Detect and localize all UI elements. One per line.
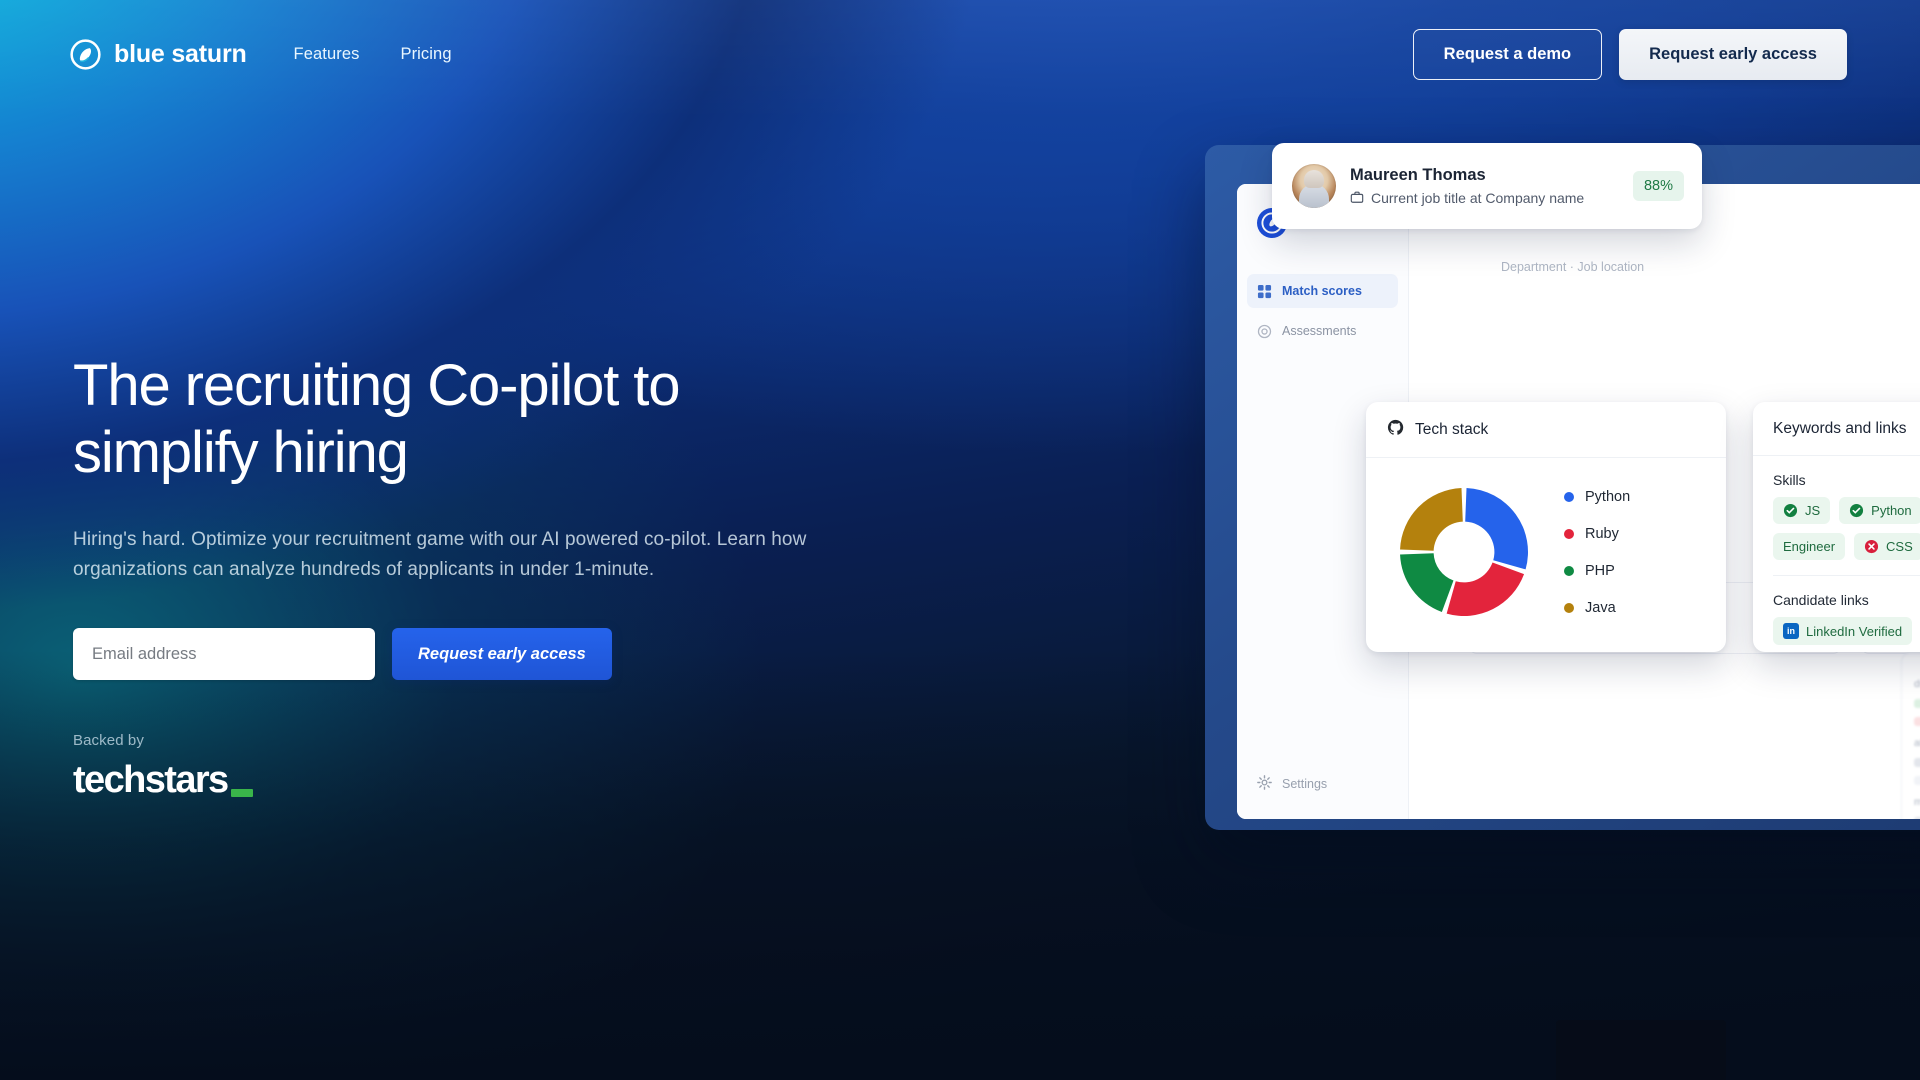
gear-icon <box>1257 775 1272 793</box>
brand-name: blue saturn <box>114 39 247 68</box>
background-dark-block <box>1556 1020 1726 1080</box>
candidate-job-text: Current job title at Company name <box>1371 190 1585 207</box>
tech-stack-donut-chart <box>1400 488 1528 616</box>
legend-dot-icon <box>1564 565 1574 576</box>
divider <box>1753 455 1920 456</box>
x-circle-icon <box>1864 539 1879 554</box>
skill-chip-label: CSS <box>1886 539 1913 554</box>
legend-item-python: Python <box>1564 489 1630 505</box>
keywords-and-links-card: Keywords and links Skills JS Python Engine… <box>1753 402 1920 652</box>
techstars-logo: techstars <box>73 761 833 799</box>
candidate-job: Current job title at Company name <box>1350 190 1619 207</box>
status-badge: 88% <box>1632 171 1684 201</box>
divider <box>1773 575 1920 576</box>
candidate-info: Maureen Thomas Current job title at Comp… <box>1350 165 1619 207</box>
blur-text-3: mmary <box>1914 796 1920 808</box>
skill-chip-label: JS <box>1805 503 1821 518</box>
backed-by-label: Backed by <box>73 732 144 750</box>
candidate-card[interactable]: Maureen Thomas Current job title at Comp… <box>1272 143 1702 229</box>
headline-line-2: simplify hiring <box>73 420 409 486</box>
skill-chip-python[interactable]: Python <box>1839 497 1920 524</box>
donut-slice-python <box>1465 488 1528 570</box>
skill-chip-engineer[interactable]: Engineer <box>1773 533 1846 560</box>
skills-label: Skills <box>1773 472 1806 488</box>
skill-chip-label: Python <box>1871 503 1912 518</box>
linkedin-icon: in <box>1783 623 1799 639</box>
candidate-link-label: LinkedIn Verified <box>1806 623 1903 639</box>
tech-stack-title: Tech stack <box>1415 420 1489 438</box>
donut-slice-php <box>1400 553 1454 613</box>
nav-item-pricing[interactable]: Pricing <box>400 45 451 64</box>
underlay-blurred-card: ds and ate link mmary <box>1901 652 1920 819</box>
tech-stack-body: Python Ruby PHP Java <box>1366 458 1726 632</box>
sidebar-item-label: Assessments <box>1282 324 1357 338</box>
skill-chip-css[interactable]: CSS <box>1854 533 1920 560</box>
request-early-access-button-hero[interactable]: Request early access <box>392 628 612 681</box>
blur-text-2: ate link <box>1914 737 1920 749</box>
legend-dot-icon <box>1564 491 1574 502</box>
signup-form: Request early access <box>73 628 833 681</box>
nav-item-features[interactable]: Features <box>294 45 360 64</box>
email-field[interactable] <box>73 628 375 681</box>
saturn-swirl-icon <box>70 38 101 70</box>
tech-stack-legend: Python Ruby PHP Java <box>1564 489 1630 616</box>
legend-label: PHP <box>1585 562 1615 579</box>
site-header: blue saturn Features Pricing Request a d… <box>0 0 1920 108</box>
brand-logo-link[interactable]: blue saturn <box>70 38 247 70</box>
donut-slice-ruby <box>1446 562 1525 616</box>
hero-subheadline: Hiring's hard. Optimize your recruitment… <box>73 528 807 581</box>
techstars-underscore-icon <box>230 789 253 798</box>
sidebar-item-assessments[interactable]: Assessments <box>1247 314 1398 348</box>
tech-stack-header: Tech stack <box>1366 402 1726 458</box>
underlay-job-meta: Department · Job location <box>1501 260 1645 274</box>
main-nav: Features Pricing <box>294 45 452 64</box>
legend-item-php: PHP <box>1564 563 1630 579</box>
sidebar-settings-label: Settings <box>1282 777 1328 791</box>
header-actions: Request a demo Request early access <box>1412 28 1847 80</box>
legend-label: Ruby <box>1585 525 1619 542</box>
sidebar-item-settings[interactable]: Settings <box>1247 775 1398 793</box>
request-demo-button[interactable]: Request a demo <box>1412 28 1603 80</box>
skills-chip-list: JS Python Engineer CSS <box>1753 497 1920 560</box>
headline-line-1: The recruiting Co-pilot to <box>73 353 681 418</box>
sidebar-item-match-scores[interactable]: Match scores <box>1247 274 1398 308</box>
request-early-access-button-header[interactable]: Request early access <box>1619 28 1847 80</box>
candidate-link-chip[interactable]: in LinkedIn Verified <box>1773 617 1913 645</box>
grid-icon <box>1257 284 1272 299</box>
avatar <box>1292 164 1336 208</box>
candidate-links-list: in LinkedIn Verified <box>1753 617 1920 645</box>
blur-text-1: ds and <box>1914 678 1920 690</box>
candidate-name: Maureen Thomas <box>1350 166 1486 185</box>
legend-item-java: Java <box>1564 600 1630 616</box>
github-icon <box>1387 419 1404 441</box>
page-title: The recruiting Co-pilot to simplify hiri… <box>73 352 833 487</box>
legend-dot-icon <box>1564 602 1574 613</box>
skill-chip-js[interactable]: JS <box>1773 497 1831 524</box>
legend-label: Java <box>1585 599 1616 616</box>
techstars-wordmark: techstars <box>73 759 229 802</box>
check-circle-icon <box>1849 503 1864 518</box>
tech-stack-card: Tech stack Python Ruby PHP Java <box>1366 402 1726 652</box>
sidebar-item-label: Match scores <box>1282 284 1362 298</box>
landing-page: blue saturn Features Pricing Request a d… <box>0 0 1920 1080</box>
legend-dot-icon <box>1564 528 1574 539</box>
skill-chip-label: Engineer <box>1783 539 1836 554</box>
backed-by-section: Backed by techstars <box>73 732 833 799</box>
legend-item-ruby: Ruby <box>1564 526 1630 542</box>
keywords-card-title: Keywords and links <box>1773 420 1907 437</box>
hero-section: The recruiting Co-pilot to simplify hiri… <box>73 352 833 799</box>
target-icon <box>1257 324 1272 339</box>
candidate-links-label: Candidate links <box>1773 592 1869 608</box>
legend-label: Python <box>1585 488 1631 505</box>
donut-slice-java <box>1400 488 1463 551</box>
briefcase-icon <box>1350 190 1364 207</box>
check-circle-icon <box>1783 503 1798 518</box>
